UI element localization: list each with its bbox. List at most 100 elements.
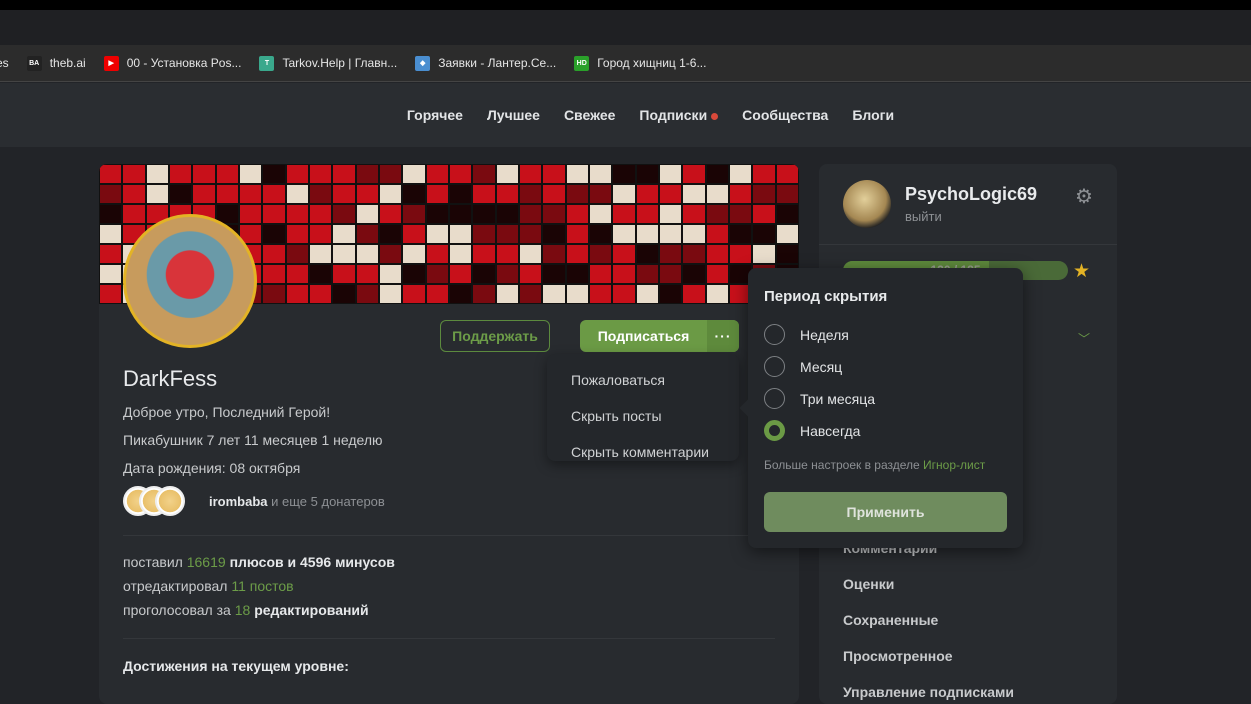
banner-tile <box>355 224 379 244</box>
banner-tile <box>449 164 473 184</box>
banner-tile <box>589 224 613 244</box>
banner-tile <box>122 204 146 224</box>
more-options-button[interactable]: ··· <box>707 320 739 352</box>
banner-tile <box>612 184 636 204</box>
banner-tile <box>682 284 706 304</box>
support-button[interactable]: Поддержать <box>440 320 550 352</box>
banner-tile <box>332 244 356 264</box>
sidebar-username[interactable]: PsychoLogic69 <box>905 184 1037 205</box>
banner-tile <box>635 244 659 264</box>
banner-tile <box>355 204 379 224</box>
banner-tile <box>542 184 566 204</box>
nav-subscriptions-label: Подписки <box>639 107 708 123</box>
profile-status: Доброе утро, Последний Герой! <box>123 404 331 420</box>
banner-tile <box>589 164 613 184</box>
sidebar-item-viewed[interactable]: Просмотренное <box>843 648 953 664</box>
banner-tile <box>99 264 123 284</box>
menu-item-hide-posts[interactable]: Скрыть посты <box>547 398 739 434</box>
chevron-down-icon[interactable]: ﹀ <box>1078 330 1090 347</box>
bookmark-icon: ▶ <box>103 55 119 71</box>
nav-best[interactable]: Лучшее <box>487 107 540 123</box>
ignore-list-link[interactable]: Игнор-лист <box>923 458 985 472</box>
banner-tile <box>775 204 799 224</box>
banner-tile <box>99 244 123 264</box>
banner-tile <box>495 284 519 304</box>
bookmark[interactable]: HD Город хищниц 1-6... <box>574 55 706 71</box>
banner-tile <box>122 184 146 204</box>
stat-edits: отредактировал 11 постов <box>123 578 294 594</box>
radio-three-months[interactable]: Три месяца <box>764 388 875 409</box>
donor-avatar <box>155 486 185 516</box>
banner-tile <box>729 184 753 204</box>
gear-icon[interactable]: ⚙ <box>1075 184 1093 209</box>
nav-communities[interactable]: Сообщества <box>742 107 828 123</box>
banner-tile <box>635 184 659 204</box>
banner-tile <box>589 244 613 264</box>
banner-tile <box>402 264 426 284</box>
banner-tile <box>425 184 449 204</box>
banner-tile <box>589 264 613 284</box>
banner-tile <box>659 184 683 204</box>
radio-week[interactable]: Неделя <box>764 324 849 345</box>
banner-tile <box>425 164 449 184</box>
banner-tile <box>332 284 356 304</box>
banner-tile <box>472 244 496 264</box>
bookmark[interactable]: T Tarkov.Help | Главн... <box>259 55 397 71</box>
banner-tile <box>402 204 426 224</box>
banner-tile <box>519 204 543 224</box>
radio-forever[interactable]: Навсегда <box>764 420 860 441</box>
nav-subscriptions[interactable]: Подписки <box>639 107 719 123</box>
banner-tile <box>542 164 566 184</box>
menu-item-report[interactable]: Пожаловаться <box>547 362 739 398</box>
banner-tile <box>355 284 379 304</box>
apply-button[interactable]: Применить <box>764 492 1007 532</box>
banner-tile <box>705 204 729 224</box>
sidebar-item-ratings[interactable]: Оценки <box>843 576 894 592</box>
logout-link[interactable]: выйти <box>905 209 942 224</box>
radio-icon <box>764 324 785 345</box>
donor-name[interactable]: irombaba <box>209 494 268 509</box>
sidebar-item-saved[interactable]: Сохраненные <box>843 612 938 628</box>
stat-edit-votes: проголосовал за 18 редактирований <box>123 602 369 618</box>
nav-blogs[interactable]: Блоги <box>852 107 894 123</box>
donors[interactable]: irombaba и еще 5 донатеров <box>123 486 385 516</box>
banner-tile <box>635 284 659 304</box>
banner-tile <box>239 164 263 184</box>
subscribe-button[interactable]: Подписаться <box>580 320 707 352</box>
banner-tile <box>379 244 403 264</box>
banner-tile <box>192 164 216 184</box>
banner-tile <box>379 284 403 304</box>
banner-tile <box>402 164 426 184</box>
banner-tile <box>379 204 403 224</box>
banner-tile <box>519 164 543 184</box>
banner-tile <box>99 224 123 244</box>
bookmark[interactable]: ◆ Заявки - Лантер.Се... <box>415 55 556 71</box>
menu-item-hide-comments[interactable]: Скрыть комментарии <box>547 434 739 470</box>
bookmark[interactable]: BA theb.ai <box>26 55 86 71</box>
sidebar-item-subscriptions[interactable]: Управление подписками <box>843 684 1014 700</box>
nav-hot[interactable]: Горячее <box>407 107 463 123</box>
banner-tile <box>262 284 286 304</box>
banner-tile <box>309 244 333 264</box>
user-avatar[interactable] <box>843 180 891 228</box>
banner-tile <box>612 284 636 304</box>
banner-tile <box>425 264 449 284</box>
banner-tile <box>519 184 543 204</box>
banner-tile <box>355 184 379 204</box>
banner-tile <box>285 244 309 264</box>
nav-fresh[interactable]: Свежее <box>564 107 615 123</box>
profile-tenure: Пикабушник 7 лет 11 месяцев 1 неделю <box>123 432 383 448</box>
banner-tile <box>122 164 146 184</box>
banner-tile <box>775 224 799 244</box>
bookmark[interactable]: es <box>0 56 9 70</box>
banner-tile <box>542 264 566 284</box>
bookmark[interactable]: ▶ 00 - Установка Pos... <box>103 55 241 71</box>
banner-tile <box>285 204 309 224</box>
banner-tile <box>682 244 706 264</box>
banner-tile <box>309 264 333 284</box>
banner-tile <box>589 204 613 224</box>
banner-tile <box>402 184 426 204</box>
profile-avatar[interactable] <box>123 214 257 348</box>
banner-tile <box>402 224 426 244</box>
radio-month[interactable]: Месяц <box>764 356 842 377</box>
